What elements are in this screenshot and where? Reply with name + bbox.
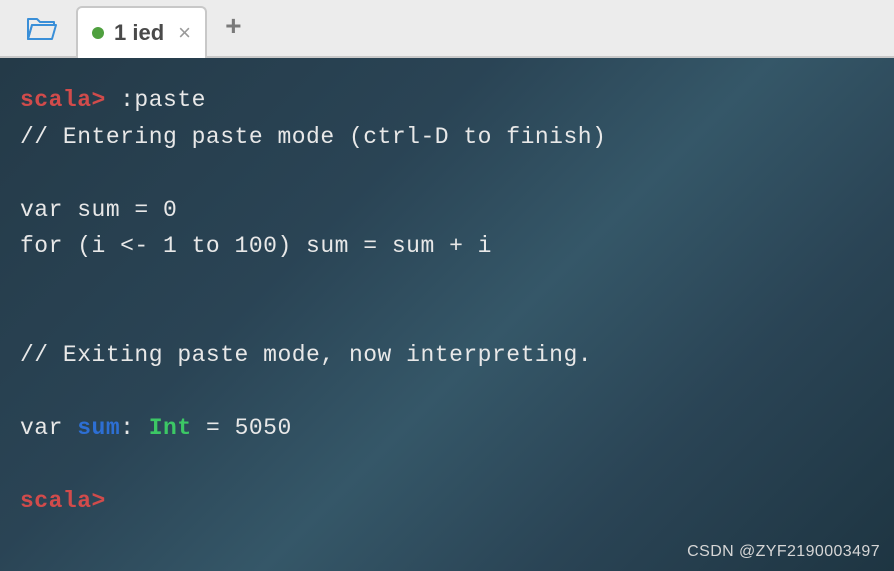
watermark-text: CSDN @ZYF2190003497 xyxy=(687,543,880,561)
terminal-panel[interactable]: scala> :paste // Entering paste mode (ct… xyxy=(0,58,894,571)
result-value: = 5050 xyxy=(192,415,292,441)
modified-indicator-icon xyxy=(92,27,104,39)
command-text: :paste xyxy=(120,87,206,113)
blank-line xyxy=(20,265,874,301)
blank-line xyxy=(20,156,874,192)
folder-open-icon xyxy=(26,15,58,41)
open-folder-button[interactable] xyxy=(8,0,76,56)
blank-line xyxy=(20,301,874,337)
scala-prompt: scala> xyxy=(20,87,120,113)
terminal-line: // Exiting paste mode, now interpreting. xyxy=(20,337,874,374)
tab-bar: 1 ied × + xyxy=(0,0,894,58)
file-tab[interactable]: 1 ied × xyxy=(76,6,207,58)
result-keyword: var xyxy=(20,415,77,441)
terminal-line: // Entering paste mode (ctrl-D to finish… xyxy=(20,119,874,156)
result-varname: sum xyxy=(77,415,120,441)
terminal-line: scala> xyxy=(20,483,874,520)
scala-prompt: scala> xyxy=(20,488,106,514)
plus-icon: + xyxy=(225,13,242,44)
terminal-line: for (i <- 1 to 100) sum = sum + i xyxy=(20,228,874,265)
close-tab-icon[interactable]: × xyxy=(178,20,191,46)
result-type: Int xyxy=(149,415,192,441)
result-colon: : xyxy=(120,415,149,441)
terminal-line: var sum = 0 xyxy=(20,192,874,229)
blank-line xyxy=(20,447,874,483)
terminal-line: scala> :paste xyxy=(20,82,874,119)
new-tab-button[interactable]: + xyxy=(207,0,260,56)
blank-line xyxy=(20,374,874,410)
tab-label: 1 ied xyxy=(114,20,164,46)
terminal-line: var sum: Int = 5050 xyxy=(20,410,874,447)
